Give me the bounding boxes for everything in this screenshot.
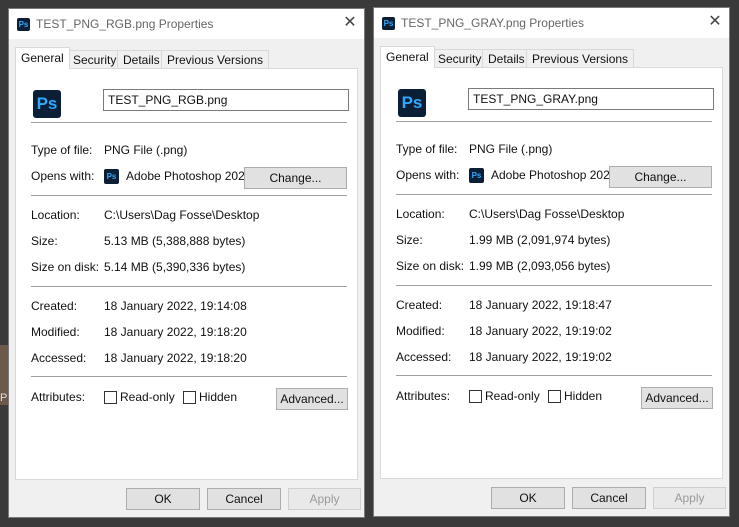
photoshop-app-icon: Ps — [17, 18, 30, 31]
size-label: Size: — [396, 233, 423, 247]
filename-input[interactable]: TEST_PNG_RGB.png — [103, 89, 349, 111]
properties-dialog-gray: Ps TEST_PNG_GRAY.png Properties ✕ Genera… — [373, 7, 730, 517]
divider — [31, 376, 347, 377]
tab-details[interactable]: Details — [117, 50, 166, 68]
accessed-value: 18 January 2022, 19:18:20 — [104, 351, 247, 365]
divider — [396, 375, 712, 376]
file-type-icon: Ps — [398, 89, 426, 117]
change-button[interactable]: Change... — [609, 166, 712, 188]
opens-with-value: Adobe Photoshop 2022 — [491, 168, 617, 182]
type-of-file-value: PNG File (.png) — [104, 143, 188, 157]
filename-input[interactable]: TEST_PNG_GRAY.png — [468, 88, 714, 110]
accessed-label: Accessed: — [396, 350, 452, 364]
divider — [396, 121, 712, 122]
tab-previous-versions[interactable]: Previous Versions — [526, 49, 635, 67]
photoshop-app-icon: Ps — [382, 17, 395, 30]
readonly-label: Read-only — [485, 389, 540, 403]
ok-button[interactable]: OK — [491, 487, 565, 509]
opens-with-label: Opens with: — [396, 168, 460, 182]
accessed-label: Accessed: — [31, 351, 87, 365]
type-of-file-label: Type of file: — [31, 143, 93, 157]
location-value: C:\Users\Dag Fosse\Desktop — [469, 207, 625, 221]
created-label: Created: — [31, 299, 78, 313]
divider — [396, 285, 712, 286]
location-value: C:\Users\Dag Fosse\Desktop — [104, 208, 260, 222]
hidden-checkbox[interactable] — [183, 391, 196, 404]
general-panel: Ps TEST_PNG_GRAY.png Type of file: PNG F… — [380, 67, 723, 479]
created-label: Created: — [396, 298, 443, 312]
modified-value: 18 January 2022, 19:19:02 — [469, 324, 612, 338]
readonly-label: Read-only — [120, 390, 175, 404]
modified-value: 18 January 2022, 19:18:20 — [104, 325, 247, 339]
apply-button[interactable]: Apply — [653, 487, 726, 509]
attributes-label: Attributes: — [31, 390, 86, 404]
tab-details[interactable]: Details — [482, 49, 531, 67]
cancel-button[interactable]: Cancel — [207, 488, 281, 510]
divider — [31, 195, 347, 196]
type-of-file-label: Type of file: — [396, 142, 458, 156]
photoshop-icon: Ps — [469, 168, 484, 183]
size-value: 1.99 MB (2,091,974 bytes) — [469, 233, 611, 247]
tab-strip: General Security Details Previous Versio… — [380, 46, 723, 68]
close-icon[interactable]: ✕ — [707, 14, 723, 30]
advanced-button[interactable]: Advanced... — [641, 387, 713, 409]
title-bar[interactable]: Ps TEST_PNG_RGB.png Properties ✕ — [9, 9, 364, 39]
type-of-file-value: PNG File (.png) — [469, 142, 553, 156]
tab-security[interactable]: Security — [67, 50, 123, 68]
ok-button[interactable]: OK — [126, 488, 200, 510]
size-on-disk-value: 5.14 MB (5,390,336 bytes) — [104, 260, 246, 274]
hidden-label: Hidden — [199, 390, 238, 404]
size-on-disk-value: 1.99 MB (2,093,056 bytes) — [469, 259, 611, 273]
tab-general[interactable]: General — [380, 46, 435, 68]
hidden-checkbox[interactable] — [548, 390, 561, 403]
readonly-checkbox[interactable] — [104, 391, 117, 404]
desktop-partial-label: P — [0, 392, 8, 404]
size-label: Size: — [31, 234, 58, 248]
divider — [396, 194, 712, 195]
created-value: 18 January 2022, 19:18:47 — [469, 298, 612, 312]
change-button[interactable]: Change... — [244, 167, 347, 189]
tab-previous-versions[interactable]: Previous Versions — [161, 50, 270, 68]
photoshop-icon: Ps — [104, 169, 119, 184]
size-value: 5.13 MB (5,388,888 bytes) — [104, 234, 246, 248]
cancel-button[interactable]: Cancel — [572, 487, 646, 509]
window-title: TEST_PNG_GRAY.png Properties — [401, 16, 584, 30]
advanced-button[interactable]: Advanced... — [276, 388, 348, 410]
title-bar[interactable]: Ps TEST_PNG_GRAY.png Properties ✕ — [374, 8, 729, 38]
general-panel: Ps TEST_PNG_RGB.png Type of file: PNG Fi… — [15, 68, 358, 480]
location-label: Location: — [396, 207, 445, 221]
properties-dialog-rgb: Ps TEST_PNG_RGB.png Properties ✕ General… — [8, 8, 365, 518]
file-type-icon: Ps — [33, 90, 61, 118]
tab-general[interactable]: General — [15, 47, 70, 69]
location-label: Location: — [31, 208, 80, 222]
created-value: 18 January 2022, 19:14:08 — [104, 299, 247, 313]
attributes-label: Attributes: — [396, 389, 451, 403]
opens-with-label: Opens with: — [31, 169, 95, 183]
accessed-value: 18 January 2022, 19:19:02 — [469, 350, 612, 364]
modified-label: Modified: — [31, 325, 80, 339]
tab-security[interactable]: Security — [432, 49, 488, 67]
apply-button[interactable]: Apply — [288, 488, 361, 510]
size-on-disk-label: Size on disk: — [396, 259, 465, 273]
divider — [31, 122, 347, 123]
hidden-label: Hidden — [564, 389, 603, 403]
opens-with-value: Adobe Photoshop 2022 — [126, 169, 252, 183]
size-on-disk-label: Size on disk: — [31, 260, 100, 274]
readonly-checkbox[interactable] — [469, 390, 482, 403]
modified-label: Modified: — [396, 324, 445, 338]
close-icon[interactable]: ✕ — [342, 15, 358, 31]
window-title: TEST_PNG_RGB.png Properties — [36, 17, 214, 31]
tab-strip: General Security Details Previous Versio… — [15, 47, 358, 69]
divider — [31, 286, 347, 287]
